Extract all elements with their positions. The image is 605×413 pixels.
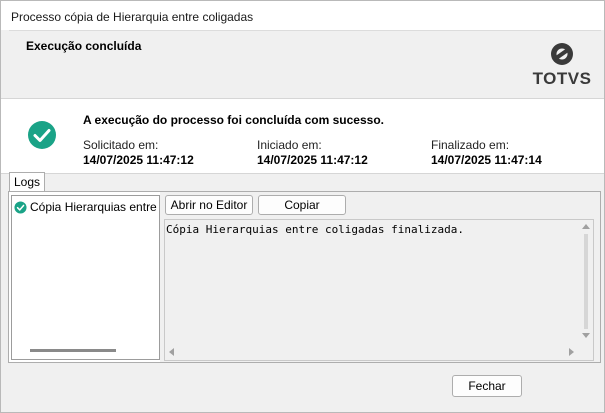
requested-time: Solicitado em: 14/07/2025 11:47:12: [83, 138, 194, 167]
horizontal-scrollbar[interactable]: [30, 349, 116, 352]
finished-label: Finalizado em:: [431, 138, 510, 152]
scroll-right-icon[interactable]: [569, 348, 574, 356]
vertical-scrollbar[interactable]: [579, 220, 593, 343]
requested-value: 14/07/2025 11:47:12: [83, 153, 194, 167]
log-text: Cópia Hierarquias entre coligadas finali…: [166, 223, 465, 236]
log-list[interactable]: Cópia Hierarquias entre coligadas: [11, 195, 160, 360]
totvs-logo: TOTVS: [532, 41, 592, 91]
finished-time: Finalizado em: 14/07/2025 11:47:14: [431, 138, 542, 167]
started-label: Iniciado em:: [257, 138, 322, 152]
log-detail: Abrir no Editor Copiar Cópia Hierarquias…: [160, 192, 600, 362]
log-item-label: Cópia Hierarquias entre coligadas: [30, 200, 159, 214]
header-title: Execução concluída: [26, 39, 142, 53]
window-title: Processo cópia de Hierarquia entre colig…: [11, 10, 254, 24]
requested-label: Solicitado em:: [83, 138, 159, 152]
scroll-down-icon[interactable]: [582, 333, 590, 338]
tab-logs[interactable]: Logs: [9, 172, 45, 192]
copy-button[interactable]: Copiar: [258, 195, 346, 215]
title-bar[interactable]: Processo cópia de Hierarquia entre colig…: [1, 1, 604, 30]
open-in-editor-button[interactable]: Abrir no Editor: [165, 195, 253, 215]
success-check-icon: [14, 200, 27, 214]
list-item[interactable]: Cópia Hierarquias entre coligadas: [14, 200, 159, 214]
scroll-left-icon[interactable]: [169, 348, 174, 356]
result-summary: A execução do processo foi concluída com…: [1, 98, 604, 174]
logs-panel: Cópia Hierarquias entre coligadas Abrir …: [8, 191, 601, 363]
totvs-logo-icon: [551, 43, 573, 65]
finished-value: 14/07/2025 11:47:14: [431, 153, 542, 167]
dialog-window: Processo cópia de Hierarquia entre colig…: [0, 0, 605, 413]
started-time: Iniciado em: 14/07/2025 11:47:12: [257, 138, 368, 167]
logo-text: TOTVS: [532, 69, 592, 88]
header-panel: Execução concluída TOTVS: [9, 30, 601, 98]
scroll-up-icon[interactable]: [582, 224, 590, 229]
success-message: A execução do processo foi concluída com…: [83, 113, 384, 127]
close-button[interactable]: Fechar: [452, 375, 522, 397]
log-text-area[interactable]: Cópia Hierarquias entre coligadas finali…: [164, 219, 594, 361]
success-check-icon: [28, 121, 56, 149]
vertical-scroll-thumb[interactable]: [584, 234, 588, 329]
started-value: 14/07/2025 11:47:12: [257, 153, 368, 167]
